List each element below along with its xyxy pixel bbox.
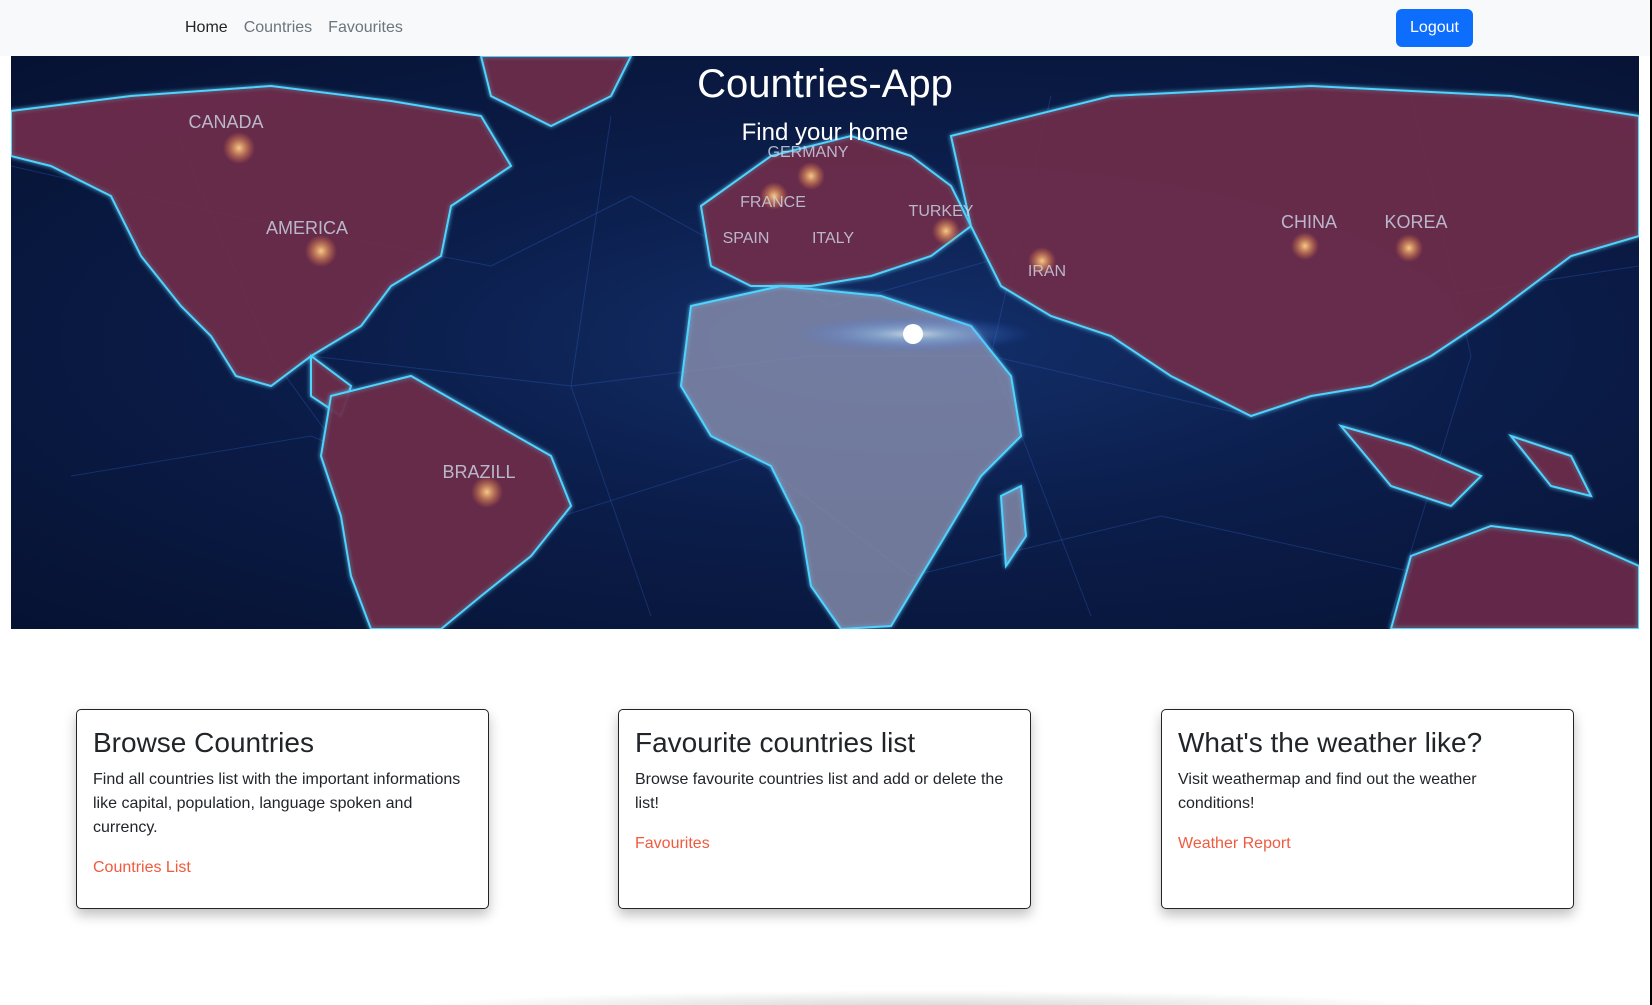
card-text: Browse favourite countries list and add … (635, 771, 1004, 812)
card-text: Find all countries list with the importa… (93, 771, 461, 836)
favourites-link[interactable]: Favourites (635, 835, 710, 852)
hero-banner: CANADA AMERICA BRAZILL GERMANY FRANCE SP… (11, 56, 1639, 629)
page: Home Countries Favourites Logout CANADA … (0, 0, 1652, 1005)
south-america-shape (319, 374, 573, 629)
map-label-italy: ITALY (812, 230, 854, 247)
card-title: Browse Countries (93, 727, 314, 758)
nav-countries-link[interactable]: Countries (244, 18, 312, 38)
card-weather: What's the weather like? Visit weatherma… (1161, 709, 1574, 909)
australia-shape (1389, 524, 1639, 629)
map-label-america: AMERICA (266, 218, 348, 238)
nav-links: Home Countries Favourites (185, 18, 403, 38)
map-label-korea: KOREA (1384, 212, 1447, 232)
map-label-iran: IRAN (1028, 263, 1066, 280)
weather-report-link[interactable]: Weather Report (1178, 835, 1291, 852)
countries-list-link[interactable]: Countries List (93, 859, 191, 876)
card-favourites: Favourite countries list Browse favourit… (618, 709, 1031, 909)
map-label-spain: SPAIN (723, 230, 770, 247)
logout-button[interactable]: Logout (1396, 9, 1473, 47)
navbar: Home Countries Favourites Logout (0, 0, 1650, 56)
card-text: Visit weathermap and find out the weathe… (1178, 771, 1477, 812)
card-title: What's the weather like? (1178, 727, 1483, 758)
hero-title: Countries-App (697, 62, 953, 106)
hero-subtitle: Find your home (741, 119, 909, 146)
map-label-france: FRANCE (740, 194, 806, 211)
map-label-china: CHINA (1281, 212, 1337, 232)
footer-shadow (380, 990, 1470, 1005)
card-browse-countries: Browse Countries Find all countries list… (76, 709, 489, 909)
nav-home-link[interactable]: Home (185, 18, 228, 38)
card-title: Favourite countries list (635, 727, 916, 758)
nav-favourites-link[interactable]: Favourites (328, 18, 403, 38)
map-label-turkey: TURKEY (909, 203, 974, 220)
map-label-brazil: BRAZILL (442, 462, 515, 482)
